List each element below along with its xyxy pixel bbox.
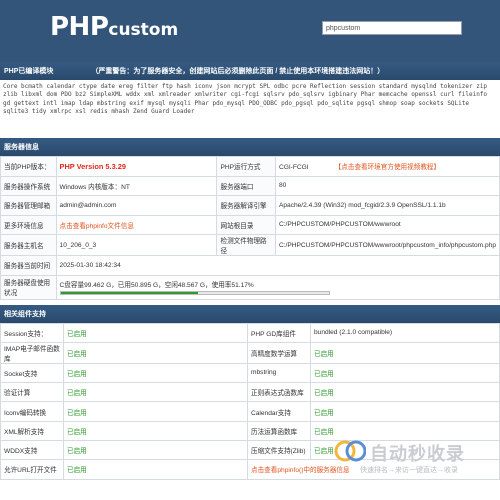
table-row: Iconv编码转换 已启用 Calendar支持 已启用 (0, 401, 500, 422)
component-status: 已启用 (63, 439, 248, 461)
php-run-mode-value: CGI-FCGI 【点击查看环境官方使用视频教程】 (274, 156, 500, 177)
disk-usage-progress-fill (60, 292, 198, 294)
component-status: 已启用 (63, 382, 248, 403)
component-status: 已启用 (310, 382, 500, 403)
table-row: 服务器管理邮箱 admin@admin.com 服务器解译引擎 Apache/2… (0, 195, 500, 216)
file-path-label: 检测文件物理路径 (216, 234, 276, 256)
file-path-value: C:/PHPCUSTOM/PHPCUSTOM/wwwroot/phpcustom… (274, 234, 500, 256)
component-status: 已启用 (310, 401, 500, 422)
port-value: 80 (274, 175, 500, 196)
component-label: IMAP电子邮件函数库 (0, 341, 64, 364)
search-input[interactable] (322, 21, 462, 35)
hostname-value: 10_206_0_3 (55, 234, 218, 256)
watermark-logo-icon (334, 440, 366, 462)
component-label: WDDX支持 (0, 439, 64, 461)
admin-email-value: admin@admin.com (55, 195, 218, 216)
component-status: 已启用 (63, 362, 248, 384)
component-status: 已启用 (63, 322, 248, 343)
component-label: 正则表达式函数库 (247, 382, 311, 403)
table-row: IMAP电子邮件函数库 已启用 高精度数学运算 已启用 (0, 341, 500, 364)
disk-usage-progress-bar (59, 291, 330, 295)
server-info-title: 服务器信息 (4, 144, 39, 151)
more-info-label: 更多环境信息 (0, 214, 57, 235)
table-row: 服务器主机名 10_206_0_3 检测文件物理路径 C:/PHPCUSTOM/… (0, 234, 500, 256)
server-engine-label: 服务器解译引擎 (216, 195, 276, 216)
server-time-value: 2025-01-30 18:42:34 (55, 255, 500, 276)
component-status: 已启用 (63, 401, 248, 422)
component-status: bundled (2.1.0 compatible) (310, 322, 500, 343)
component-label: PHP GD库组件 (247, 322, 311, 343)
table-row: Socket支持 已启用 mbstring 已启用 (0, 362, 500, 384)
extensions-bar: PHP已编译模块 （严重警告：为了服务器安全，创建网站后必须删除此页面 / 禁止… (0, 62, 500, 80)
component-label: 历法运算函数库 (247, 420, 311, 441)
port-label: 服务器端口 (216, 175, 276, 196)
components-bar: 相关组件支持 (0, 304, 500, 323)
table-row: 服务器硬盘使用状况 C盘容量99.462 G，已用50.895 G，空闲48.5… (0, 274, 500, 300)
component-status: 已启用 (310, 341, 500, 364)
logo-php-text: PHP (50, 12, 109, 42)
component-label: Calendar支持 (247, 401, 311, 422)
table-row: 验证计算 已启用 正则表达式函数库 已启用 (0, 382, 500, 403)
disk-usage-label: 服务器硬盘使用状况 (0, 274, 57, 300)
component-status: 已启用 (63, 459, 248, 480)
logo-custom-text: custom (108, 20, 179, 40)
component-label: mbstring (247, 362, 311, 384)
server-time-label: 服务器当前时间 (0, 255, 57, 276)
os-label: 服务器操作系统 (0, 175, 57, 196)
component-label: Iconv编码转换 (0, 401, 64, 422)
component-label: 允许URL打开文件 (0, 459, 64, 480)
site-logo[interactable]: PHPcustom (50, 12, 178, 42)
php-version-value: PHP Version 5.3.29 (55, 156, 218, 177)
component-status: 已启用 (310, 362, 500, 384)
table-row: 服务器当前时间 2025-01-30 18:42:34 (0, 255, 500, 276)
server-engine-value: Apache/2.4.39 (Win32) mod_fcgid/2.3.9 Op… (274, 195, 500, 216)
web-root-label: 网站根目录 (216, 214, 276, 235)
server-info-bar: 服务器信息 (0, 138, 500, 156)
component-label: 压缩文件支持(Zlib) (247, 439, 311, 461)
component-label: XML解析支持 (0, 420, 64, 441)
php-version-label: 当前PHP版本： (0, 156, 57, 177)
component-label: 高精度数学运算 (247, 341, 311, 364)
component-label: Session支持： (0, 322, 64, 343)
table-row: Session支持： 已启用 PHP GD库组件 bundled (2.1.0 … (0, 322, 500, 343)
php-run-mode-label: PHP运行方式 (216, 156, 276, 177)
component-status: 已启用 (63, 341, 248, 364)
video-tutorial-link[interactable]: 【点击查看环境官方使用视频教程】 (335, 164, 441, 171)
component-status: 已启用 (63, 420, 248, 441)
watermark: 自动秒收录 快速排名→来访一键直达→收录 (330, 438, 500, 478)
components-title: 相关组件支持 (4, 310, 46, 318)
server-info-table: 当前PHP版本： PHP Version 5.3.29 PHP运行方式 CGI-… (0, 156, 500, 300)
security-warning: （严重警告：为了服务器安全，创建网站后必须删除此页面 / 禁止使用本环境搭建违法… (91, 68, 385, 75)
phpinfo-link[interactable]: 点击查看phpinfo文件信息 (55, 214, 218, 235)
admin-email-label: 服务器管理邮箱 (0, 195, 57, 216)
component-label: Socket支持 (0, 362, 64, 384)
disk-usage-text: C盘容量99.462 G，已用50.895 G，空闲48.567 G，使用率51… (59, 282, 254, 289)
disk-usage-cell: C盘容量99.462 G，已用50.895 G，空闲48.567 G，使用率51… (55, 274, 500, 300)
web-root-value: C:/PHPCUSTOM/PHPCUSTOM/wwwroot (274, 214, 500, 235)
table-row: 更多环境信息 点击查看phpinfo文件信息 网站根目录 C:/PHPCUSTO… (0, 214, 500, 235)
os-value: Windows 内核版本：NT (55, 175, 218, 196)
component-label: 验证计算 (0, 382, 64, 403)
extensions-bar-title: PHP已编译模块 (4, 68, 54, 75)
page-header: PHPcustom (0, 0, 500, 62)
table-row: 当前PHP版本： PHP Version 5.3.29 PHP运行方式 CGI-… (0, 156, 500, 177)
watermark-title: 自动秒收录 (370, 444, 465, 465)
hostname-label: 服务器主机名 (0, 234, 57, 256)
table-row: 服务器操作系统 Windows 内核版本：NT 服务器端口 80 (0, 175, 500, 196)
watermark-subtitle: 快速排名→来访一键直达→收录 (360, 467, 458, 474)
compiled-extensions-list: Core bcmath calendar ctype date ereg fil… (0, 80, 500, 138)
